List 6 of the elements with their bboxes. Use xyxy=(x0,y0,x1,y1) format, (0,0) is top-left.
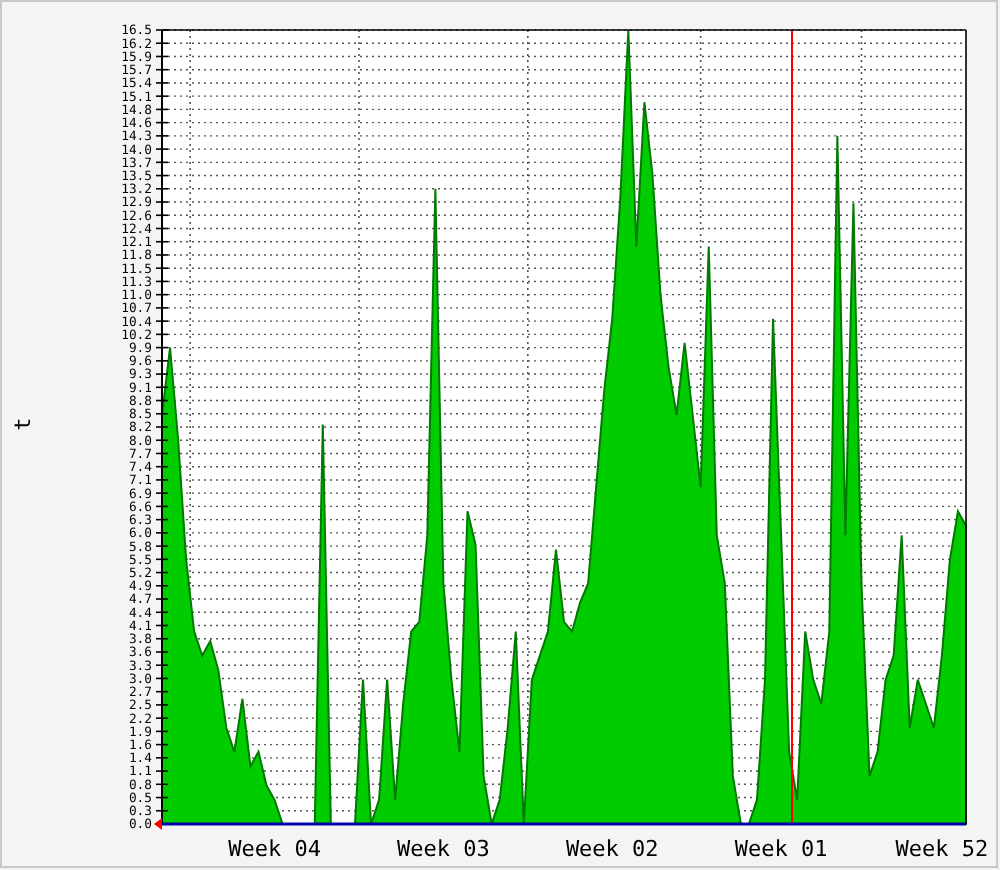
x-tick-label: Week 03 xyxy=(397,836,490,862)
x-tick-label: Week 01 xyxy=(734,836,828,862)
x-tick-label: Week 04 xyxy=(228,836,321,862)
x-tick-label: Week 52 xyxy=(895,836,989,862)
y-axis-label: t xyxy=(10,417,36,431)
x-tick-label: Week 02 xyxy=(565,836,659,862)
